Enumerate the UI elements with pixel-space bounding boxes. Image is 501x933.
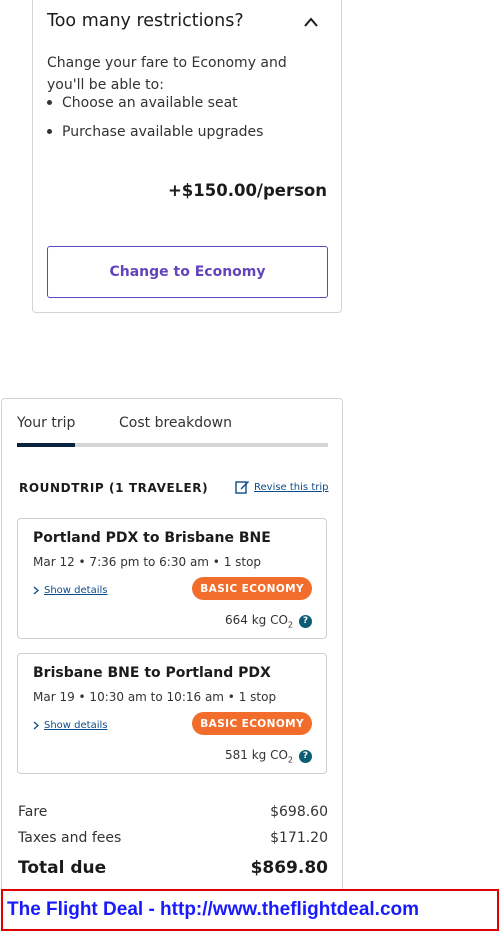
bullet-item: Choose an available seat: [47, 95, 238, 111]
chevron-up-icon[interactable]: [303, 16, 319, 28]
tab-cost-breakdown[interactable]: Cost breakdown: [119, 415, 232, 431]
fare-label: Fare: [18, 804, 48, 820]
show-details-link[interactable]: Show details: [33, 720, 107, 731]
chevron-right-icon: [33, 721, 39, 730]
roundtrip-label: ROUNDTRIP (1 TRAVELER): [19, 481, 209, 495]
revise-trip-link[interactable]: Revise this trip: [235, 480, 328, 494]
bullet-text: Purchase available upgrades: [62, 124, 264, 140]
restrictions-title: Too many restrictions?: [47, 11, 244, 31]
tab-active-indicator: [17, 443, 75, 447]
show-details-link[interactable]: Show details: [33, 585, 107, 596]
flight-segment: Brisbane BNE to Portland PDX Mar 19 • 10…: [17, 653, 327, 774]
bullet-dot: [47, 128, 52, 134]
help-icon[interactable]: ?: [299, 614, 312, 628]
segment-route: Brisbane BNE to Portland PDX: [33, 665, 271, 681]
total-label: Total due: [18, 858, 107, 878]
edit-icon: [235, 481, 249, 494]
chevron-right-icon: [33, 586, 39, 595]
help-icon[interactable]: ?: [299, 749, 312, 763]
restrictions-card: Too many restrictions? Change your fare …: [32, 0, 342, 313]
bullet-item: Purchase available upgrades: [47, 124, 263, 140]
bullet-text: Choose an available seat: [62, 95, 238, 111]
taxes-label: Taxes and fees: [18, 830, 122, 846]
segment-route: Portland PDX to Brisbane BNE: [33, 530, 271, 546]
trip-summary-card: Your trip Cost breakdown ROUNDTRIP (1 TR…: [1, 398, 343, 898]
taxes-value: $171.20: [270, 830, 328, 846]
fare-value: $698.60: [270, 804, 328, 820]
co2-emissions: 581 kg CO2 ?: [225, 748, 312, 764]
fare-row: Fare $698.60: [18, 804, 328, 820]
total-row: Total due $869.80: [18, 858, 328, 878]
tab-your-trip[interactable]: Your trip: [17, 415, 75, 431]
total-value: $869.80: [250, 858, 328, 878]
co2-value: 581 kg CO2: [224, 748, 293, 765]
fare-class-badge: BASIC ECONOMY: [192, 577, 312, 600]
flight-segment: Portland PDX to Brisbane BNE Mar 12 • 7:…: [17, 518, 327, 639]
show-details-label[interactable]: Show details: [44, 585, 107, 596]
co2-value: 664 kg CO2: [224, 613, 293, 630]
segment-time: Mar 12 • 7:36 pm to 6:30 am • 1 stop: [33, 555, 262, 569]
revise-trip-label[interactable]: Revise this trip: [254, 482, 328, 493]
segment-time: Mar 19 • 10:30 am to 10:16 am • 1 stop: [33, 690, 277, 704]
fare-class-badge: BASIC ECONOMY: [192, 712, 312, 735]
bullet-dot: [47, 99, 52, 105]
upgrade-price: +$150.00/person: [167, 181, 327, 200]
watermark-banner: The Flight Deal - http://www.theflightde…: [1, 889, 499, 931]
co2-emissions: 664 kg CO2 ?: [225, 613, 312, 629]
change-to-economy-button[interactable]: Change to Economy: [47, 246, 328, 298]
taxes-row: Taxes and fees $171.20: [18, 830, 328, 846]
show-details-label[interactable]: Show details: [44, 720, 107, 731]
trip-tabs: Your trip Cost breakdown: [17, 415, 328, 447]
restrictions-description: Change your fare to Economy and you'll b…: [47, 55, 287, 93]
